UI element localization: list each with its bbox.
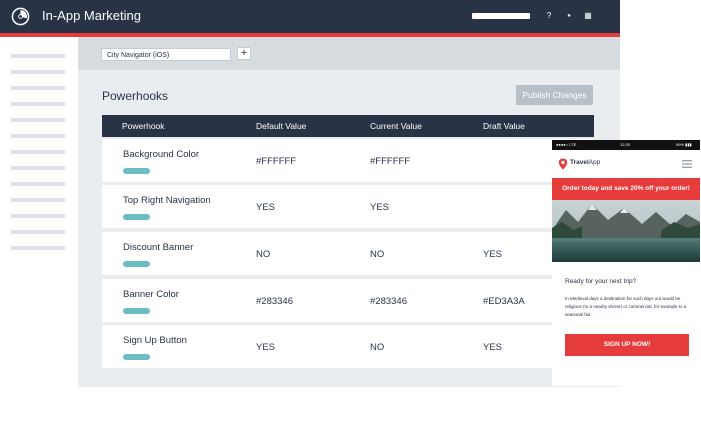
current-value: #FFFFFF [370, 156, 411, 167]
powerhook-name: Background Color [123, 149, 200, 160]
sidebar-item[interactable] [11, 246, 65, 250]
brand-name-rest: App [588, 159, 601, 166]
table-row[interactable]: Discount Banner NO NO YES [102, 232, 594, 275]
status-time: 12:20 [620, 142, 631, 147]
header-search-input[interactable] [472, 13, 530, 19]
default-value: YES [256, 342, 276, 353]
signal-indicator: ●●●●○ LTE [556, 142, 577, 147]
apps-grid-icon[interactable]: ▦ [582, 10, 594, 22]
phone-nav-bar: TravelApp [552, 152, 700, 176]
hamburger-menu-icon[interactable] [682, 160, 692, 168]
sign-up-button[interactable]: SIGN UP NOW! [565, 334, 689, 356]
page-title: Powerhooks [102, 89, 169, 103]
app-select-dropdown[interactable]: City Navigator (iOS) [101, 48, 231, 61]
sidebar-item[interactable] [11, 70, 65, 74]
sidebar-item[interactable] [11, 86, 65, 90]
powerhook-tag [123, 168, 150, 174]
discount-banner[interactable]: Order today and save 20% off your order! [552, 178, 700, 200]
sidebar-item[interactable] [11, 198, 65, 202]
sidebar [0, 37, 78, 423]
draft-value[interactable]: #ED3A3A [483, 296, 525, 307]
sidebar-item[interactable] [11, 214, 65, 218]
powerhook-tag [123, 308, 150, 314]
phone-status-bar: ●●●●○ LTE 12:20 99% ▮▮▮ [552, 140, 700, 150]
current-value: #283346 [370, 296, 407, 307]
table-row[interactable]: Top Right Navigation YES YES [102, 185, 594, 228]
app-title: In-App Marketing [42, 8, 141, 23]
default-value: YES [256, 202, 276, 213]
sidebar-item[interactable] [11, 166, 65, 170]
add-app-button[interactable]: + [237, 47, 251, 60]
current-value: NO [370, 249, 385, 260]
help-icon[interactable]: ? [543, 10, 555, 22]
battery-indicator: 99% ▮▮▮ [676, 142, 692, 147]
sidebar-item[interactable] [11, 54, 65, 58]
column-header-current-value[interactable]: Current Value [370, 121, 422, 131]
brand-name-bold: Travel [570, 159, 589, 166]
powerhook-tag [123, 354, 150, 360]
column-header-default-value[interactable]: Default Value [256, 121, 306, 131]
powerhook-tag [123, 261, 150, 267]
default-value: #283346 [256, 296, 293, 307]
column-header-powerhook[interactable]: Powerhook [122, 121, 165, 131]
promo-body: In Medieval days a destination for such … [565, 296, 687, 317]
sidebar-item[interactable] [11, 150, 65, 154]
default-value: #FFFFFF [256, 156, 297, 167]
table-row[interactable]: Background Color #FFFFFF #FFFFFF [102, 139, 594, 182]
draft-value[interactable]: YES [483, 249, 502, 260]
powerhook-name: Discount Banner [123, 242, 194, 253]
main-content: City Navigator (iOS) + Powerhooks Publis… [78, 37, 620, 387]
top-header: In-App Marketing ? ● ▦ [0, 0, 620, 33]
app-logo-icon [11, 7, 30, 26]
brand-name: TravelApp [570, 159, 600, 166]
table-row[interactable]: Banner Color #283346 #283346 #ED3A3A [102, 279, 594, 322]
phone-preview: ●●●●○ LTE 12:20 99% ▮▮▮ TravelApp Order … [552, 140, 700, 386]
sidebar-item[interactable] [11, 182, 65, 186]
draft-value[interactable]: YES [483, 342, 502, 353]
column-header-draft-value[interactable]: Draft Value [483, 121, 525, 131]
table-header: Powerhook Default Value Current Value Dr… [102, 115, 594, 137]
toolbar: City Navigator (iOS) + [78, 37, 620, 70]
sidebar-item[interactable] [11, 230, 65, 234]
promo-heading: Ready for your next trip? [565, 278, 637, 285]
sidebar-item[interactable] [11, 102, 65, 106]
sidebar-item[interactable] [11, 118, 65, 122]
powerhook-tag [123, 214, 150, 220]
powerhook-name: Sign Up Button [123, 335, 187, 346]
hero-image [552, 200, 700, 262]
sidebar-item[interactable] [11, 134, 65, 138]
publish-changes-button[interactable]: Publish Changes [516, 85, 593, 105]
current-value: YES [370, 202, 390, 213]
powerhook-name: Top Right Navigation [123, 195, 211, 206]
current-value: NO [370, 342, 385, 353]
location-pin-icon [558, 158, 568, 170]
powerhook-name: Banner Color [123, 289, 179, 300]
default-value: NO [256, 249, 271, 260]
user-icon[interactable]: ● [563, 10, 575, 22]
table-row[interactable]: Sign Up Button YES NO YES [102, 325, 594, 368]
